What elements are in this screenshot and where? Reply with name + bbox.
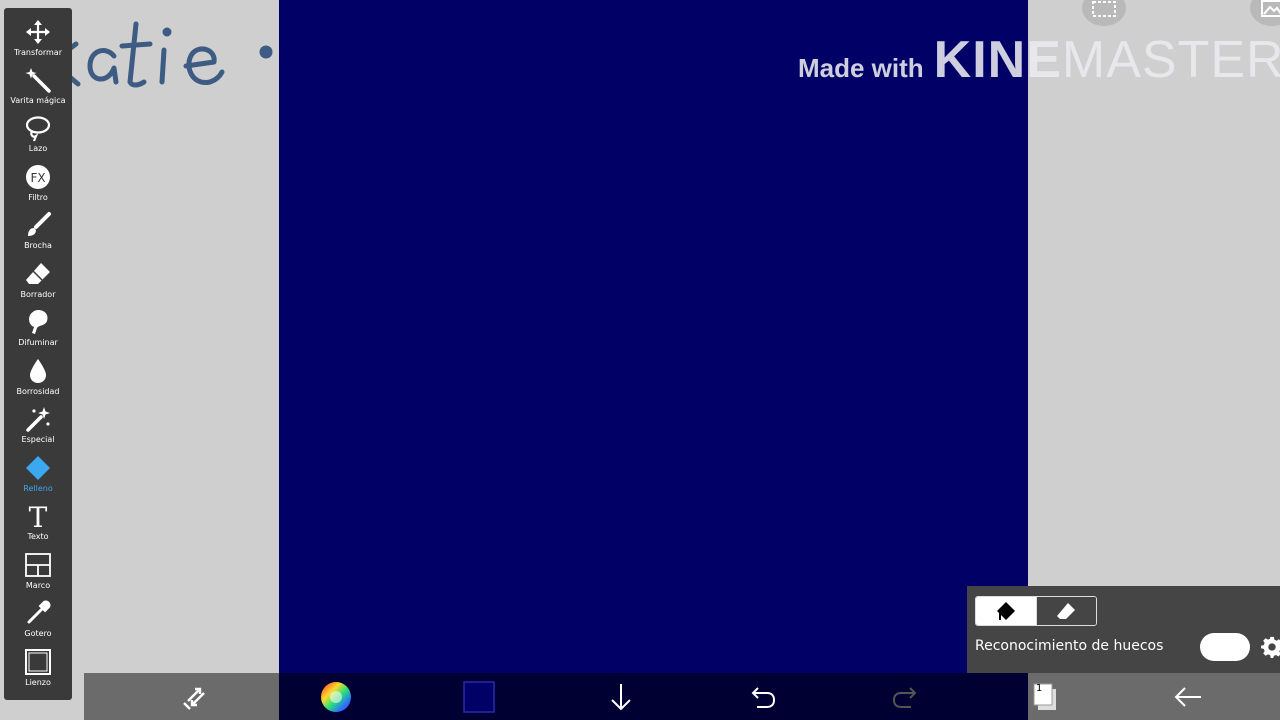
current-color-swatch[interactable] (461, 681, 497, 713)
move-icon (26, 20, 50, 44)
selection-tool-icon[interactable] (1082, 0, 1126, 26)
gap-recognition-toggle[interactable] (1200, 633, 1250, 661)
text-icon: T (29, 502, 48, 530)
gear-icon[interactable] (1261, 636, 1280, 658)
tool-blur[interactable]: Borrosidad (4, 353, 72, 401)
tool-magic-wand[interactable]: Varita mágica (4, 62, 72, 110)
tool-transform[interactable]: Transformar (4, 14, 72, 62)
layer-count: 1 (1036, 683, 1043, 694)
swap-arrows-icon (183, 687, 205, 710)
fill-options-panel: Reconocimiento de huecos (967, 586, 1280, 673)
fill-diamond-icon (996, 602, 1015, 620)
gap-recognition-label: Reconocimiento de huecos (975, 638, 1164, 654)
tool-smudge[interactable]: Difuminar (4, 304, 72, 352)
back-button[interactable] (1170, 681, 1206, 713)
tool-eraser[interactable]: Borrador (4, 256, 72, 304)
tool-fill[interactable]: Relleno (4, 450, 72, 498)
tool-filter[interactable]: FX Filtro (4, 159, 72, 207)
tool-sidebar: Transformar Varita mágica Lazo FX Filtro… (4, 8, 72, 700)
color-wheel-icon (321, 682, 351, 712)
blur-drop-icon (30, 359, 46, 383)
fill-mode-segment (975, 596, 1097, 626)
brush-icon (28, 212, 51, 236)
image-gallery-icon[interactable] (1250, 0, 1280, 26)
watermark-made-with: Made with (798, 53, 924, 83)
tool-swap-button[interactable] (178, 681, 214, 713)
frame-icon (25, 553, 51, 577)
drawing-canvas[interactable] (279, 0, 1028, 673)
bottom-toolbar: 1 (84, 673, 1280, 720)
tool-text[interactable]: T Texto (4, 498, 72, 546)
tool-lasso[interactable]: Lazo (4, 110, 72, 158)
arrow-left-icon (1174, 687, 1201, 707)
undo-icon (751, 687, 776, 708)
undo-button[interactable] (745, 681, 781, 713)
tool-eyedropper[interactable]: Gotero (4, 595, 72, 643)
kinemaster-watermark: Made with KINEMASTER (798, 30, 1280, 89)
magic-wand-icon (25, 68, 51, 93)
smudge-icon (29, 310, 48, 334)
tool-brush[interactable]: Brocha (4, 207, 72, 255)
tool-frame[interactable]: Marco (4, 547, 72, 595)
special-sparkle-icon (26, 407, 50, 432)
watermark-brand: KINEMASTER (933, 31, 1280, 89)
download-button[interactable] (603, 681, 639, 713)
eraser-icon (26, 263, 50, 284)
fill-mode-fill[interactable] (976, 597, 1036, 625)
svg-text:FX: FX (30, 171, 45, 185)
fill-mode-erase[interactable] (1035, 597, 1096, 625)
svg-text:T: T (29, 502, 48, 530)
layers-icon (1033, 683, 1056, 710)
redo-icon (892, 687, 917, 708)
eyedropper-icon (27, 600, 51, 624)
lasso-icon (25, 116, 51, 142)
color-swatch-icon (463, 681, 495, 713)
tool-canvas[interactable]: Lienzo (4, 644, 72, 692)
fx-icon: FX (26, 165, 50, 189)
layers-button[interactable]: 1 (1028, 681, 1064, 713)
canvas-icon (25, 649, 51, 675)
tool-special[interactable]: Especial (4, 401, 72, 449)
fill-bucket-icon (26, 456, 50, 480)
eraser-mode-icon (1057, 603, 1076, 619)
color-wheel-button[interactable] (318, 681, 354, 713)
redo-button[interactable] (887, 681, 923, 713)
arrow-down-icon (611, 684, 631, 711)
